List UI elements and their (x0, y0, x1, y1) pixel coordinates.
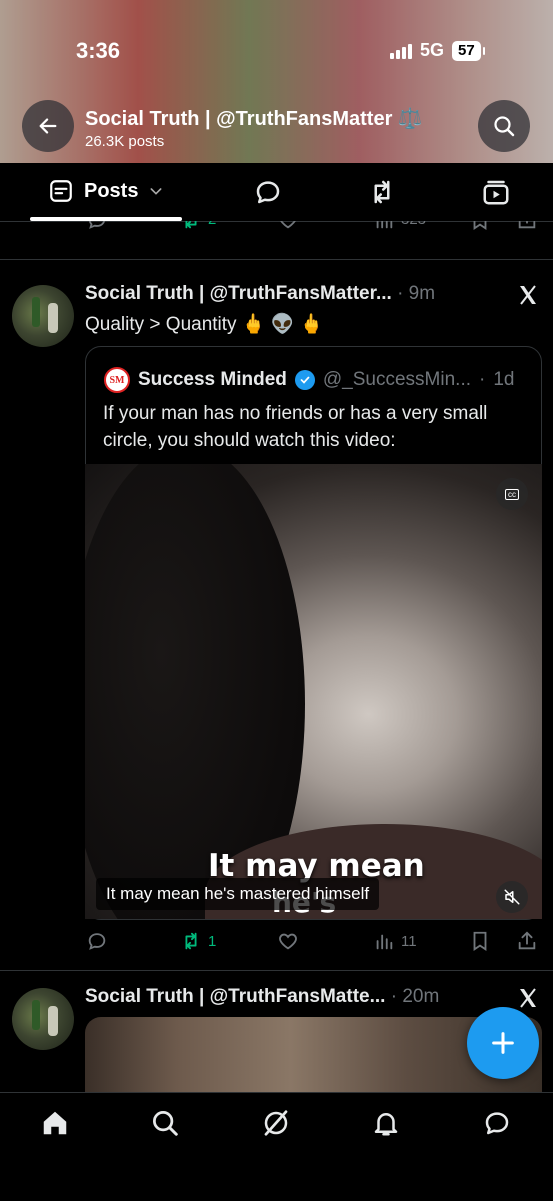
retweet-count: 1 (208, 932, 217, 950)
posts-tab-icon (50, 180, 72, 202)
post-divider (0, 970, 553, 971)
home-icon (43, 1111, 67, 1135)
search-button[interactable] (478, 100, 530, 152)
tab-replies[interactable] (253, 177, 283, 212)
views-icon (376, 934, 393, 950)
search-icon (494, 116, 515, 137)
share-button[interactable] (516, 930, 538, 952)
plus-icon (492, 1032, 514, 1054)
grok-icon (264, 1110, 288, 1136)
reply-icon (256, 181, 280, 204)
bookmark-button[interactable] (469, 930, 491, 952)
quoted-time: 1d (493, 369, 515, 390)
retweet-icon (185, 932, 197, 950)
mute-icon (504, 889, 520, 905)
bookmark-icon[interactable] (469, 221, 491, 231)
retweet-icon (374, 180, 390, 204)
views-count: 323 (401, 221, 426, 231)
quoted-post-header: SM Success Minded @_SuccessMin... · 1d (104, 367, 514, 393)
reply-button[interactable] (86, 930, 108, 952)
like-icon[interactable] (277, 221, 299, 231)
retweet-button[interactable]: 1 (180, 930, 216, 952)
status-indicators: 5G 57 (390, 40, 485, 61)
chevron-down-icon (151, 188, 162, 195)
share-icon[interactable] (516, 221, 538, 231)
post-header: Social Truth | @TruthFansMatte... · 20m (85, 986, 440, 1007)
post-time: 9m (408, 283, 436, 304)
nav-explore[interactable] (150, 1108, 180, 1143)
bookmark-icon (473, 931, 487, 951)
posts-count: 26.3K posts (85, 133, 165, 150)
nav-grok[interactable] (261, 1108, 291, 1143)
x-logo-icon (520, 285, 536, 305)
status-time: 3:36 (76, 38, 121, 63)
x-logo-icon (520, 988, 536, 1008)
retweet-icon (185, 221, 197, 229)
post-header: Social Truth | @TruthFansMatter... · 9m (85, 283, 436, 304)
video-subtitle: It may mean he's mastered himself (96, 878, 380, 910)
avatar[interactable] (12, 285, 74, 347)
profile-title: Social Truth | @TruthFansMatter (85, 108, 393, 130)
quoted-handle: @_SuccessMin... (322, 369, 472, 390)
captions-button[interactable]: cc (496, 478, 528, 510)
share-icon (518, 931, 536, 950)
battery-indicator: 57 (452, 40, 485, 61)
compose-post-button[interactable] (467, 1007, 539, 1079)
search-icon (153, 1111, 178, 1136)
previous-post-actions: 2 323 (0, 221, 553, 260)
post-text: Quality > Quantity 🖕 👽 🖕 (85, 314, 324, 335)
like-icon (279, 933, 297, 950)
nav-home[interactable] (40, 1108, 70, 1143)
media-tab-icon (483, 180, 509, 205)
network-label: 5G (420, 40, 445, 60)
tab-media[interactable] (481, 177, 511, 212)
verified-icon (294, 370, 315, 390)
reply-icon[interactable] (86, 221, 108, 231)
back-arrow-icon (39, 118, 57, 134)
previous-retweet-count[interactable]: 2 (180, 221, 216, 231)
tab-posts-label: Posts (84, 179, 139, 202)
success-minded-logo: SM (104, 367, 130, 393)
post-author[interactable]: Social Truth | @TruthFansMatter... (85, 283, 392, 304)
signal-icon (390, 43, 412, 59)
like-button[interactable] (277, 930, 299, 952)
avatar[interactable] (12, 988, 74, 1050)
previous-views[interactable]: 323 (373, 221, 426, 231)
messages-icon (485, 1112, 509, 1135)
bell-icon (374, 1113, 398, 1136)
tab-reposts[interactable] (367, 177, 397, 212)
scales-emoji: ⚖️ (397, 108, 423, 130)
quoted-text: If your man has no friends or has a very… (103, 403, 488, 451)
mute-button[interactable] (496, 881, 528, 913)
profile-title-block: Social Truth | @TruthFansMatter ⚖️ 26.3K… (85, 106, 423, 150)
nav-messages[interactable] (482, 1108, 512, 1143)
views-count: 11 (401, 932, 417, 950)
nav-notifications[interactable] (371, 1108, 401, 1143)
views-icon (376, 221, 393, 229)
cc-icon: cc (505, 488, 519, 500)
retweet-count: 2 (208, 221, 216, 231)
reply-icon (88, 933, 106, 950)
back-button[interactable] (22, 100, 74, 152)
views-button[interactable]: 11 (373, 930, 417, 952)
post-time: 20m (402, 986, 440, 1007)
post-author[interactable]: Social Truth | @TruthFansMatte... (85, 986, 385, 1007)
tab-posts[interactable]: Posts (48, 178, 164, 204)
quoted-author: Success Minded (138, 369, 287, 390)
